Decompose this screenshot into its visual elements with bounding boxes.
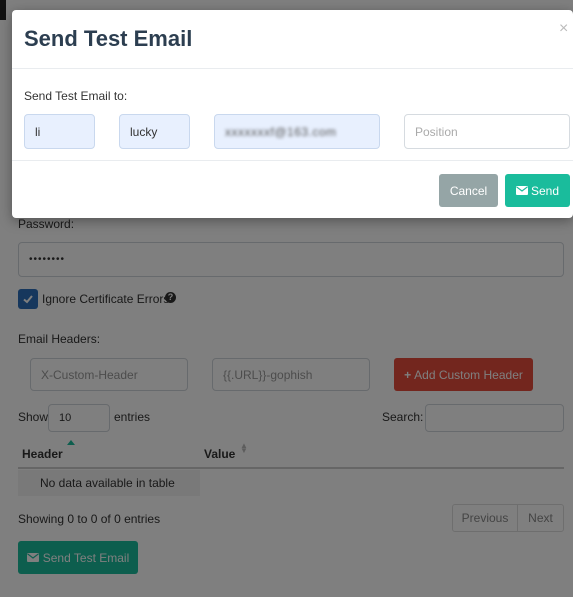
send-button[interactable]: Send <box>505 174 570 207</box>
cancel-button[interactable]: Cancel <box>439 174 498 207</box>
modal-header-divider <box>12 68 573 69</box>
email-input[interactable]: xxxxxxxf@163.com <box>214 114 380 149</box>
first-name-value: li <box>35 124 41 139</box>
cancel-label: Cancel <box>449 183 488 198</box>
send-to-label: Send Test Email to: <box>24 89 128 103</box>
envelope-icon <box>515 186 528 195</box>
last-name-input[interactable]: lucky <box>119 114 190 149</box>
email-value: xxxxxxxf@163.com <box>225 124 337 139</box>
modal-footer-divider <box>12 160 573 161</box>
close-icon[interactable]: × <box>559 20 568 38</box>
last-name-value: lucky <box>130 124 158 139</box>
position-placeholder: Position <box>415 124 458 139</box>
send-test-email-modal: Send Test Email × Send Test Email to: li… <box>12 10 573 218</box>
position-input[interactable]: Position <box>404 114 570 149</box>
first-name-input[interactable]: li <box>24 114 95 149</box>
send-label: Send <box>530 183 560 198</box>
modal-title: Send Test Email <box>24 26 193 51</box>
